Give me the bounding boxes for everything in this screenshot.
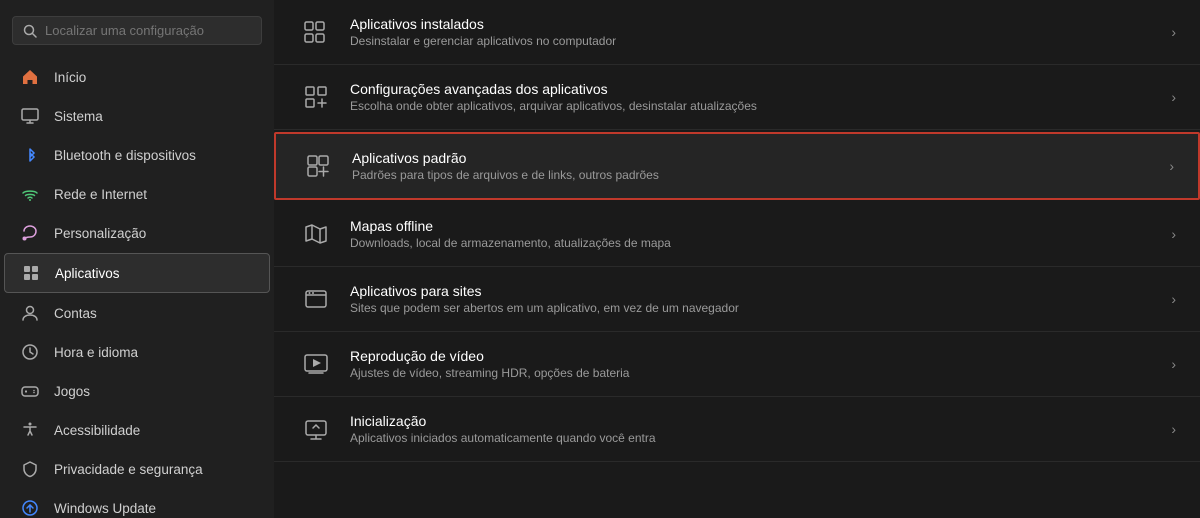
settings-item-configuracoes-avancadas-title: Configurações avançadas dos aplicativos <box>350 81 1155 97</box>
chevron-icon: › <box>1171 421 1176 437</box>
maps-offline-icon <box>298 216 334 252</box>
sidebar-item-inicio-label: Início <box>54 70 86 85</box>
main-content: Aplicativos instalados Desinstalar e ger… <box>274 0 1200 518</box>
sidebar-item-sistema[interactable]: Sistema <box>4 97 270 135</box>
settings-item-mapas-offline[interactable]: Mapas offline Downloads, local de armaze… <box>274 202 1200 267</box>
sidebar: Início Sistema Bluetooth e dispositivos <box>0 0 274 518</box>
person-icon <box>20 303 40 323</box>
games-icon <box>20 381 40 401</box>
chevron-icon: › <box>1171 89 1176 105</box>
sidebar-item-acessibilidade[interactable]: Acessibilidade <box>4 411 270 449</box>
sidebar-item-aplicativos[interactable]: Aplicativos <box>4 253 270 293</box>
settings-item-aplicativos-sites[interactable]: Aplicativos para sites Sites que podem s… <box>274 267 1200 332</box>
sidebar-item-aplicativos-label: Aplicativos <box>55 266 120 281</box>
sidebar-item-hora-label: Hora e idioma <box>54 345 138 360</box>
sidebar-item-personalizacao-label: Personalização <box>54 226 146 241</box>
settings-item-inicializacao-title: Inicialização <box>350 413 1155 429</box>
settings-item-configuracoes-avancadas-desc: Escolha onde obter aplicativos, arquivar… <box>350 99 1155 113</box>
paint-icon <box>20 223 40 243</box>
sidebar-item-personalizacao[interactable]: Personalização <box>4 214 270 252</box>
bluetooth-icon <box>20 145 40 165</box>
sidebar-item-windows-update[interactable]: Windows Update <box>4 489 270 518</box>
sidebar-item-contas[interactable]: Contas <box>4 294 270 332</box>
settings-item-aplicativos-sites-desc: Sites que podem ser abertos em um aplica… <box>350 301 1155 315</box>
video-playback-icon <box>298 346 334 382</box>
privacy-icon <box>20 459 40 479</box>
chevron-icon: › <box>1171 226 1176 242</box>
settings-item-reproducao-video-desc: Ajustes de vídeo, streaming HDR, opções … <box>350 366 1155 380</box>
sidebar-item-privacidade[interactable]: Privacidade e segurança <box>4 450 270 488</box>
chevron-icon: › <box>1171 291 1176 307</box>
nav-items: Início Sistema Bluetooth e dispositivos <box>0 57 274 518</box>
settings-item-aplicativos-sites-text: Aplicativos para sites Sites que podem s… <box>350 283 1155 315</box>
sidebar-item-inicio[interactable]: Início <box>4 58 270 96</box>
update-icon <box>20 498 40 518</box>
settings-item-reproducao-video-title: Reprodução de vídeo <box>350 348 1155 364</box>
settings-item-aplicativos-sites-title: Aplicativos para sites <box>350 283 1155 299</box>
sidebar-item-contas-label: Contas <box>54 306 97 321</box>
settings-item-configuracoes-avancadas[interactable]: Configurações avançadas dos aplicativos … <box>274 65 1200 130</box>
settings-item-inicializacao[interactable]: Inicialização Aplicativos iniciados auto… <box>274 397 1200 462</box>
apps-for-sites-icon <box>298 281 334 317</box>
settings-item-aplicativos-instalados-desc: Desinstalar e gerenciar aplicativos no c… <box>350 34 1155 48</box>
sidebar-item-bluetooth-label: Bluetooth e dispositivos <box>54 148 196 163</box>
settings-item-aplicativos-instalados-text: Aplicativos instalados Desinstalar e ger… <box>350 16 1155 48</box>
sidebar-item-privacidade-label: Privacidade e segurança <box>54 462 203 477</box>
settings-item-aplicativos-instalados[interactable]: Aplicativos instalados Desinstalar e ger… <box>274 0 1200 65</box>
system-icon <box>20 106 40 126</box>
settings-item-configuracoes-avancadas-text: Configurações avançadas dos aplicativos … <box>350 81 1155 113</box>
settings-item-reproducao-video-text: Reprodução de vídeo Ajustes de vídeo, st… <box>350 348 1155 380</box>
settings-item-reproducao-video[interactable]: Reprodução de vídeo Ajustes de vídeo, st… <box>274 332 1200 397</box>
settings-item-aplicativos-instalados-title: Aplicativos instalados <box>350 16 1155 32</box>
settings-item-mapas-offline-text: Mapas offline Downloads, local de armaze… <box>350 218 1155 250</box>
settings-item-aplicativos-padrao-desc: Padrões para tipos de arquivos e de link… <box>352 168 1153 182</box>
accessibility-icon <box>20 420 40 440</box>
sidebar-item-bluetooth[interactable]: Bluetooth e dispositivos <box>4 136 270 174</box>
advanced-settings-icon <box>298 79 334 115</box>
settings-item-mapas-offline-title: Mapas offline <box>350 218 1155 234</box>
chevron-icon: › <box>1169 158 1174 174</box>
home-icon <box>20 67 40 87</box>
clock-icon <box>20 342 40 362</box>
settings-item-aplicativos-padrao[interactable]: Aplicativos padrão Padrões para tipos de… <box>274 132 1200 200</box>
sidebar-item-acessibilidade-label: Acessibilidade <box>54 423 140 438</box>
network-icon <box>20 184 40 204</box>
settings-item-inicializacao-desc: Aplicativos iniciados automaticamente qu… <box>350 431 1155 445</box>
apps-icon <box>21 263 41 283</box>
settings-item-aplicativos-padrao-text: Aplicativos padrão Padrões para tipos de… <box>352 150 1153 182</box>
sidebar-item-rede-label: Rede e Internet <box>54 187 147 202</box>
apps-installed-icon <box>298 14 334 50</box>
search-box[interactable] <box>12 16 262 45</box>
startup-icon <box>298 411 334 447</box>
sidebar-item-sistema-label: Sistema <box>54 109 103 124</box>
settings-item-aplicativos-padrao-title: Aplicativos padrão <box>352 150 1153 166</box>
sidebar-item-windows-update-label: Windows Update <box>54 501 156 516</box>
sidebar-item-rede[interactable]: Rede e Internet <box>4 175 270 213</box>
sidebar-item-jogos[interactable]: Jogos <box>4 372 270 410</box>
search-input[interactable] <box>45 23 251 38</box>
sidebar-item-jogos-label: Jogos <box>54 384 90 399</box>
default-apps-icon <box>300 148 336 184</box>
settings-item-mapas-offline-desc: Downloads, local de armazenamento, atual… <box>350 236 1155 250</box>
chevron-icon: › <box>1171 356 1176 372</box>
chevron-icon: › <box>1171 24 1176 40</box>
sidebar-item-hora[interactable]: Hora e idioma <box>4 333 270 371</box>
settings-item-inicializacao-text: Inicialização Aplicativos iniciados auto… <box>350 413 1155 445</box>
search-icon <box>23 24 37 38</box>
